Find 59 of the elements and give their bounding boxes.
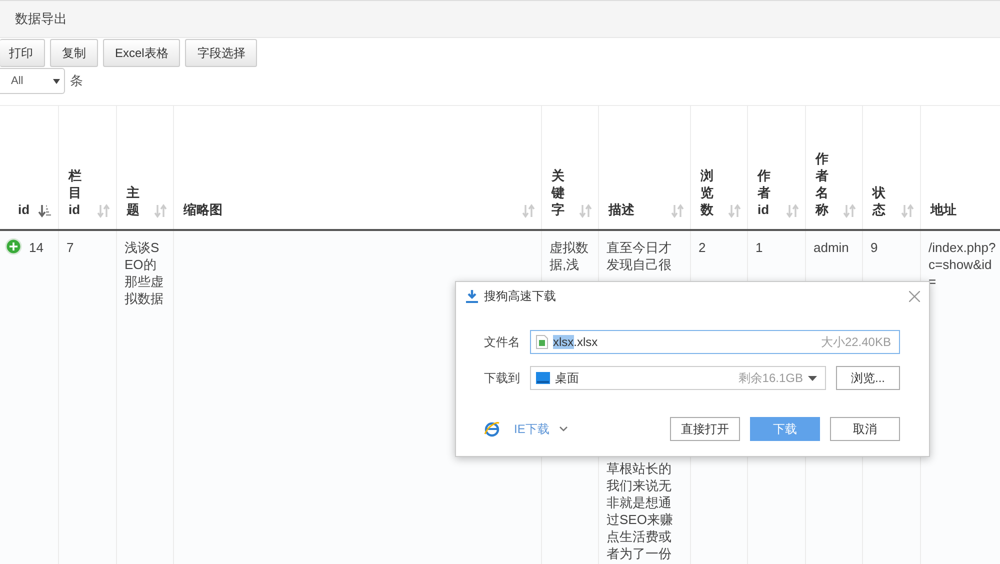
table-cell: 14 (29, 239, 44, 256)
sort-icon[interactable] (670, 204, 684, 218)
table-cell: 浅谈SEO的那些虚拟数据 (124, 239, 164, 307)
toolbar-button[interactable]: 打印 (0, 39, 45, 67)
table-cell-text: 草根站长的我们来说无非就是想通过SEO来赚点生活费或者为了一份 (606, 460, 674, 562)
sort-icon[interactable] (728, 204, 740, 218)
column-header[interactable]: 主题 (126, 184, 142, 218)
sort-icon[interactable] (96, 204, 110, 218)
desktop-icon (536, 372, 550, 384)
column-header[interactable]: 描述 (608, 201, 634, 218)
file-name-value: xlsx.xlsx (553, 335, 599, 349)
dropdown-caret-icon (53, 78, 60, 84)
download-icon (466, 290, 478, 302)
toolbar-button[interactable]: Excel表格 (103, 39, 180, 67)
column-header[interactable]: 关键字 (552, 167, 566, 218)
save-location-value: 桌面 (555, 370, 580, 386)
column-header[interactable]: 栏目id (68, 167, 84, 218)
spreadsheet-file-icon (536, 335, 548, 349)
table-cell-text: 7 (66, 239, 75, 256)
sort-icon[interactable] (842, 204, 856, 218)
page-size-suffix: 条 (70, 72, 83, 90)
file-name-field[interactable]: xlsx.xlsx 大小22.40KB (530, 330, 900, 354)
column-header[interactable]: 地址 (930, 201, 956, 218)
column-header[interactable]: id (18, 201, 33, 218)
toolbar-button[interactable]: 复制 (50, 39, 98, 67)
dialog-button[interactable]: 直接打开 (670, 417, 740, 441)
save-location-field[interactable]: 桌面 剩余16.1GB (530, 366, 826, 390)
table-cell-text: 1 (756, 239, 764, 256)
sort-icon[interactable] (154, 204, 166, 218)
page-title: 数据导出 (15, 10, 67, 28)
toolbar-button[interactable]: 字段选择 (185, 39, 258, 67)
sort-icon[interactable] (522, 204, 534, 218)
table-cell-text: 9 (870, 239, 879, 256)
sort-icon[interactable] (900, 204, 914, 218)
close-icon[interactable] (909, 290, 920, 302)
dialog-button[interactable]: 取消 (830, 417, 900, 441)
field-label: 下载到 (484, 370, 520, 386)
browse-button[interactable]: 浏览... (836, 366, 900, 390)
dialog-title: 搜狗高速下载 (484, 288, 557, 304)
sort-icon[interactable] (786, 204, 798, 218)
column-header[interactable]: 状态 (872, 184, 888, 218)
expand-icon[interactable] (5, 238, 22, 255)
column-header[interactable]: 作者名称 (816, 150, 830, 218)
column-header[interactable]: 缩略图 (184, 201, 222, 218)
column-header[interactable]: 作者id (758, 167, 772, 218)
chevron-down-icon[interactable] (559, 426, 568, 432)
sort-icon[interactable] (578, 204, 592, 218)
browser-icon[interactable] (484, 421, 500, 437)
column-header[interactable]: 浏览数 (700, 167, 716, 218)
table-cell-text: admin (814, 239, 850, 256)
free-space-text: 剩余16.1GB (738, 370, 803, 386)
field-label: 文件名 (484, 334, 520, 350)
dropdown-caret-icon[interactable] (808, 376, 817, 380)
table-cell-text: 直至今日才发现自己很 (606, 239, 672, 273)
table-cell-text: 2 (698, 239, 707, 256)
file-size-text: 大小22.40KB (820, 334, 891, 350)
table-cell: 虚拟数据,浅 (550, 239, 590, 273)
sort-ascending-icon[interactable] (38, 204, 52, 218)
page-size-select[interactable]: All (0, 68, 65, 94)
